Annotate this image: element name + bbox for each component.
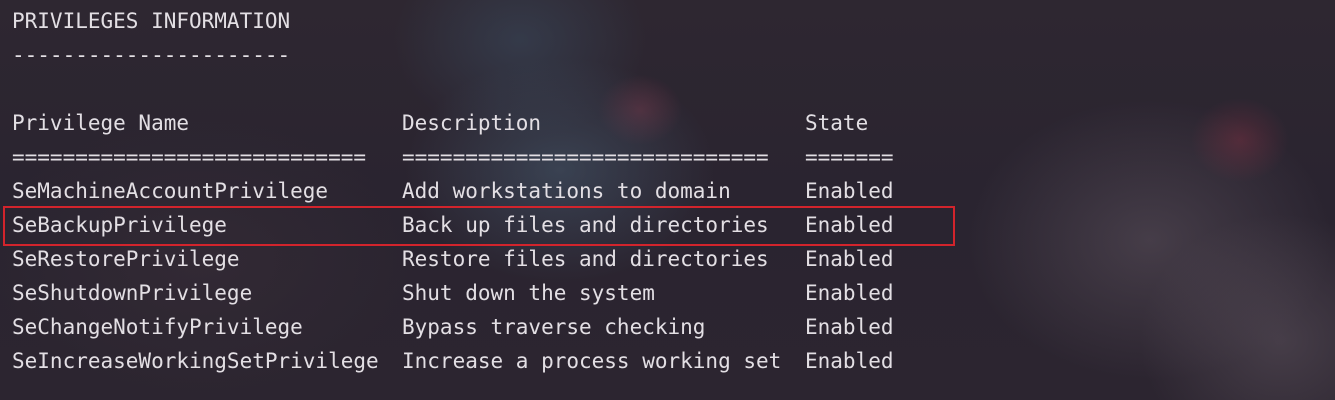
section-heading: PRIVILEGES INFORMATION (12, 9, 291, 33)
privilege-row: SeShutdownPrivilege Shut down the system… (12, 276, 894, 310)
privilege-description: Increase a process working set (402, 349, 782, 373)
heading-rule: ---------------------- (12, 43, 291, 67)
privilege-name: SeRestorePrivilege (12, 247, 240, 271)
privilege-row-highlighted: SeBackupPrivilege Back up files and dire… (12, 208, 894, 242)
terminal-output: PRIVILEGES INFORMATION -----------------… (12, 4, 894, 378)
privilege-description: Shut down the system (402, 281, 655, 305)
privilege-state: Enabled (805, 179, 894, 203)
privilege-name: SeMachineAccountPrivilege (12, 179, 329, 203)
privilege-state: Enabled (805, 247, 894, 271)
privilege-state: Enabled (805, 315, 894, 339)
privilege-row: SeMachineAccountPrivilege Add workstatio… (12, 174, 894, 208)
separator-row: ============================ ===========… (12, 140, 894, 174)
privilege-description: Restore files and directories (402, 247, 769, 271)
privilege-name: SeChangeNotifyPrivilege (12, 315, 303, 339)
privilege-state: Enabled (805, 213, 894, 237)
privilege-state: Enabled (805, 281, 894, 305)
privilege-name: SeBackupPrivilege (12, 213, 227, 237)
privilege-name: SeShutdownPrivilege (12, 281, 253, 305)
privilege-row: SeIncreaseWorkingSetPrivilege Increase a… (12, 344, 894, 378)
separator-name: ============================ (12, 145, 367, 169)
column-header-privilege-name: Privilege Name (12, 111, 190, 135)
separator-state: ======= (805, 145, 894, 169)
privilege-row: SeRestorePrivilege Restore files and dir… (12, 242, 894, 276)
column-header-state: State (805, 111, 869, 135)
column-header-row: Privilege Name Description State (12, 106, 894, 140)
privilege-name: SeIncreaseWorkingSetPrivilege (12, 349, 379, 373)
privilege-state: Enabled (805, 349, 894, 373)
privilege-description: Back up files and directories (402, 213, 769, 237)
separator-description: ============================= (402, 145, 769, 169)
column-header-description: Description (402, 111, 542, 135)
privilege-row: SeChangeNotifyPrivilege Bypass traverse … (12, 310, 894, 344)
privilege-description: Bypass traverse checking (402, 315, 706, 339)
privilege-description: Add workstations to domain (402, 179, 731, 203)
